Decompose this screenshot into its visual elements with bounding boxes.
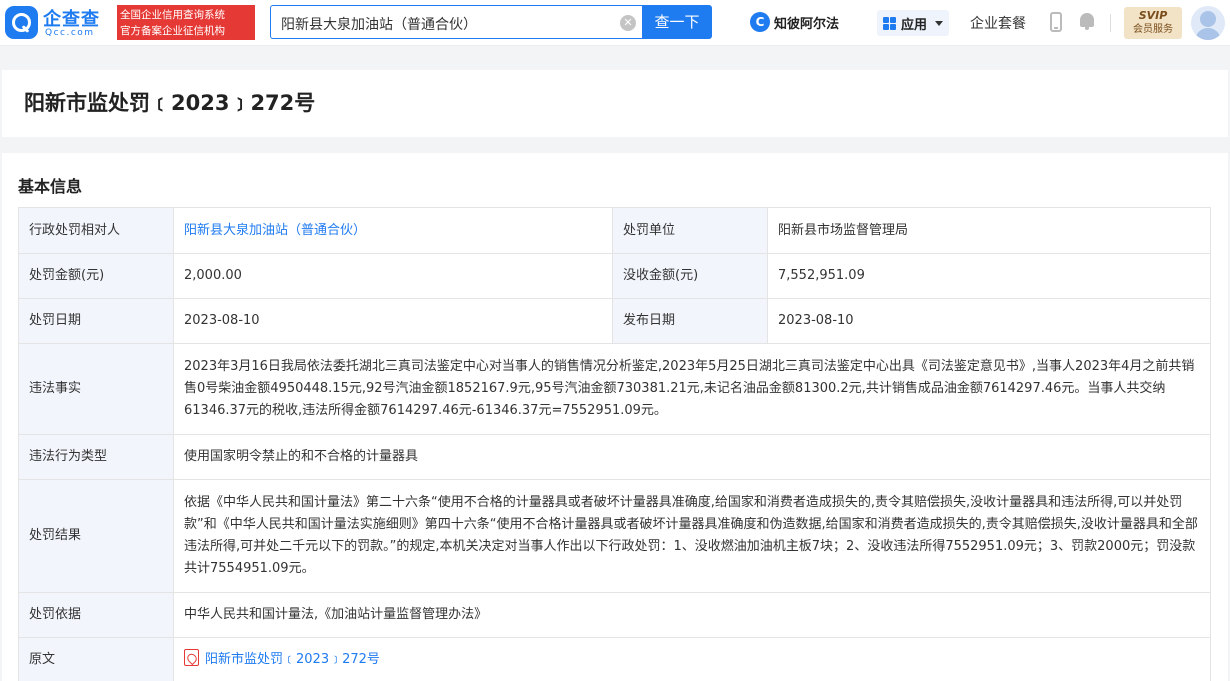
table-row: 行政处罚相对人 阳新县大泉加油站（普通合伙） 处罚单位 阳新县市场监督管理局: [18, 207, 1211, 254]
amount-label: 处罚金额(元): [18, 253, 174, 299]
type-value: 使用国家明令禁止的和不合格的计量器具: [173, 434, 1211, 480]
zhibi-label: 知彼阿尔法: [774, 16, 840, 32]
facts-value: 2023年3月16日我局依法委托湖北三真司法鉴定中心对当事人的销售情况分析鉴定,…: [173, 343, 1211, 435]
search-input-value: 阳新县大泉加油站（普通合伙）: [281, 17, 477, 33]
logo-domain: Qcc.com: [45, 28, 95, 38]
svip-subtitle: 会员服务: [1133, 24, 1173, 35]
confiscate-label: 没收金额(元): [612, 253, 768, 299]
table-row: 处罚金额(元) 2,000.00 没收金额(元) 7,552,951.09: [18, 253, 1211, 299]
logo[interactable]: 企查查 Qcc.com: [5, 5, 115, 41]
basic-info-card: 基本信息 行政处罚相对人 阳新县大泉加油站（普通合伙） 处罚单位 阳新县市场监督…: [2, 153, 1228, 681]
party-link[interactable]: 阳新县大泉加油站（普通合伙）: [184, 223, 366, 238]
enterprise-package-link[interactable]: 企业套餐: [970, 13, 1026, 33]
svip-title: SVIP: [1138, 9, 1168, 22]
apps-dropdown[interactable]: 应用: [877, 10, 949, 36]
pdf-icon: [184, 649, 199, 666]
original-document-link[interactable]: 阳新市监处罚﹝2023﹞272号: [205, 652, 380, 667]
avatar[interactable]: [1191, 6, 1225, 40]
amount-value: 2,000.00: [173, 253, 613, 299]
publish-value: 2023-08-10: [767, 298, 1211, 344]
table-row: 原文 阳新市监处罚﹝2023﹞272号: [18, 637, 1211, 681]
slogan-badge: 全国企业信用查询系统 官方备案企业征信机构: [117, 5, 255, 40]
slogan-line-2: 官方备案企业征信机构: [120, 25, 225, 37]
zhibi-alpha-link[interactable]: C 知彼阿尔法: [750, 12, 839, 34]
caret-down-icon: [935, 21, 943, 26]
clear-icon[interactable]: ✕: [620, 15, 636, 31]
logo-search-icon: [5, 6, 38, 39]
page-title: 阳新市监处罚﹝2023﹞272号: [24, 91, 316, 115]
publish-label: 发布日期: [612, 298, 768, 344]
mobile-phone-icon[interactable]: [1050, 12, 1062, 32]
party-label: 行政处罚相对人: [18, 207, 174, 254]
party-value: 阳新县大泉加油站（普通合伙）: [173, 207, 613, 254]
grid-icon: [883, 17, 896, 30]
top-bar: 企查查 Qcc.com 全国企业信用查询系统 官方备案企业征信机构 阳新县大泉加…: [0, 0, 1230, 46]
search-input[interactable]: 阳新县大泉加油站（普通合伙） ✕: [270, 5, 642, 39]
unit-value: 阳新县市场监督管理局: [767, 207, 1211, 254]
section-title: 基本信息: [18, 177, 83, 196]
apps-label: 应用: [901, 18, 928, 33]
table-row: 违法行为类型 使用国家明令禁止的和不合格的计量器具: [18, 434, 1211, 480]
date-label: 处罚日期: [18, 298, 174, 344]
basis-label: 处罚依据: [18, 592, 174, 638]
original-label: 原文: [18, 637, 174, 681]
header-divider: [1110, 14, 1111, 32]
type-label: 违法行为类型: [18, 434, 174, 480]
zhibi-logo-icon: C: [750, 12, 770, 32]
result-label: 处罚结果: [18, 479, 174, 593]
confiscate-value: 7,552,951.09: [767, 253, 1211, 299]
table-row: 处罚日期 2023-08-10 发布日期 2023-08-10: [18, 298, 1211, 344]
table-row: 处罚依据 中华人民共和国计量法,《加油站计量监督管理办法》: [18, 592, 1211, 638]
basic-info-table: 行政处罚相对人 阳新县大泉加油站（普通合伙） 处罚单位 阳新县市场监督管理局 处…: [18, 207, 1211, 681]
bell-icon[interactable]: [1078, 11, 1096, 31]
basis-value: 中华人民共和国计量法,《加油站计量监督管理办法》: [173, 592, 1211, 638]
slogan-line-1: 全国企业信用查询系统: [120, 9, 225, 21]
unit-label: 处罚单位: [612, 207, 768, 254]
table-row: 违法事实 2023年3月16日我局依法委托湖北三真司法鉴定中心对当事人的销售情况…: [18, 343, 1211, 435]
svip-button[interactable]: SVIP 会员服务: [1124, 7, 1182, 39]
title-card: 阳新市监处罚﹝2023﹞272号: [2, 70, 1228, 137]
result-value: 依据《中华人民共和国计量法》第二十六条“使用不合格的计量器具或者破坏计量器具准确…: [173, 479, 1211, 593]
search-button[interactable]: 查一下: [642, 5, 712, 39]
facts-label: 违法事实: [18, 343, 174, 435]
table-row: 处罚结果 依据《中华人民共和国计量法》第二十六条“使用不合格的计量器具或者破坏计…: [18, 479, 1211, 593]
original-value: 阳新市监处罚﹝2023﹞272号: [173, 637, 1211, 681]
date-value: 2023-08-10: [173, 298, 613, 344]
